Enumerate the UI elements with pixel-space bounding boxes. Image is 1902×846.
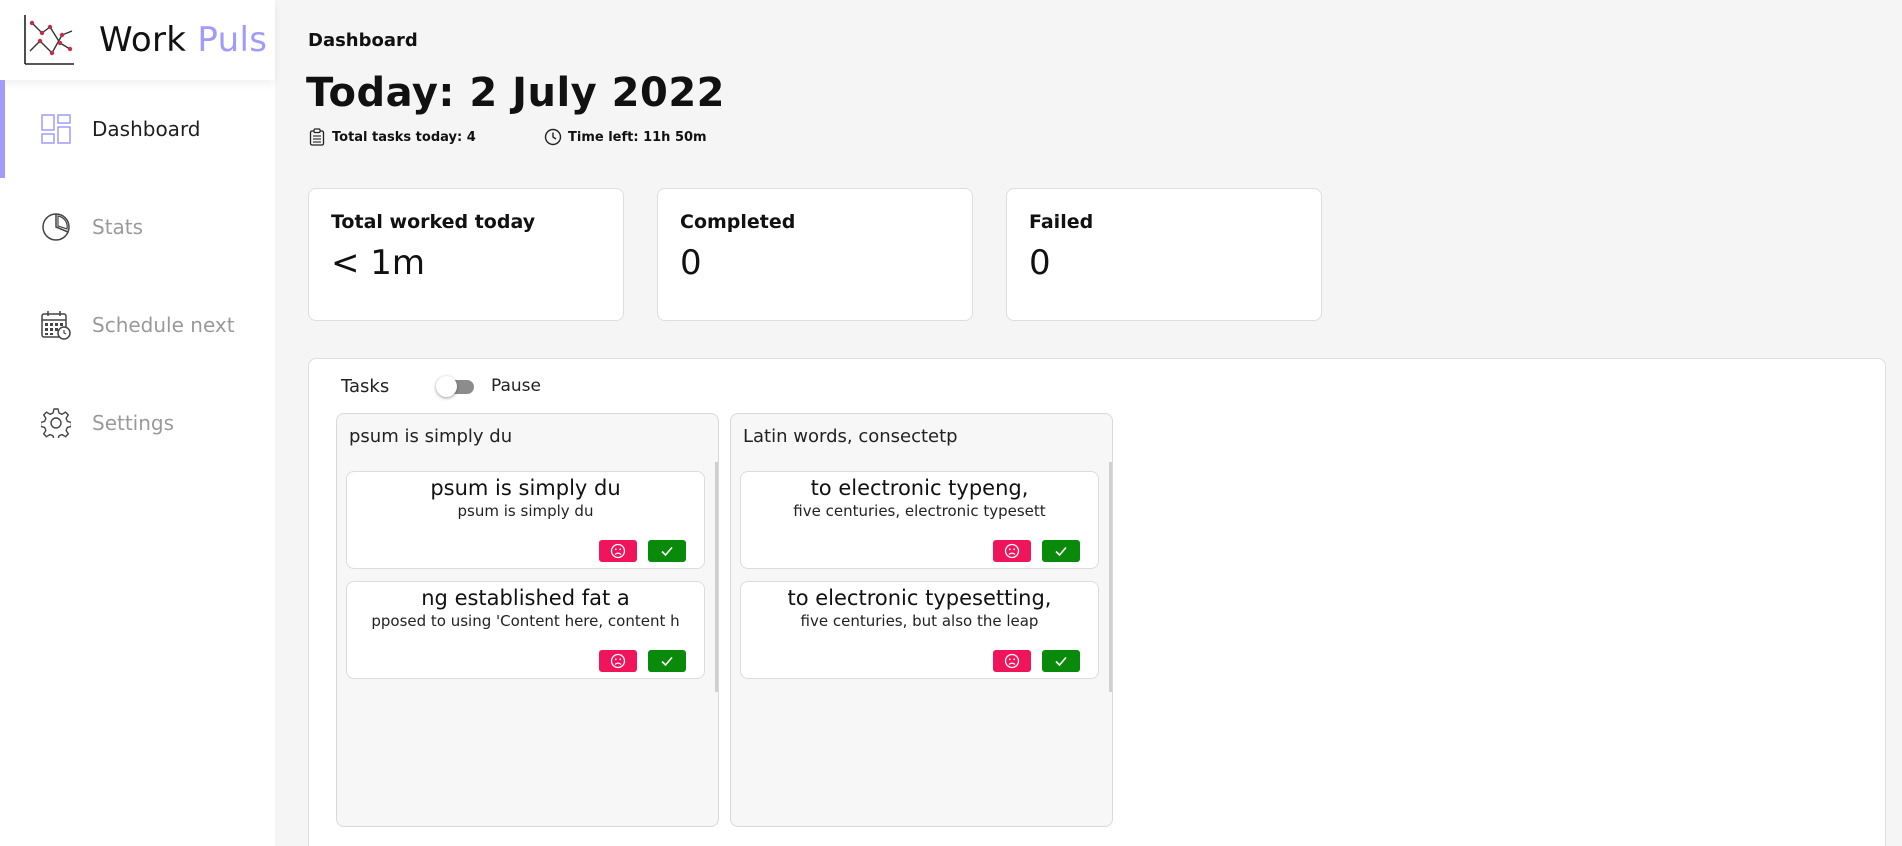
sidebar-item-dashboard[interactable]: Dashboard — [0, 80, 275, 178]
mark-failed-button[interactable] — [599, 650, 637, 672]
task-card[interactable]: to electronic typesetting, five centurie… — [740, 581, 1099, 679]
app-name: Work Puls — [99, 20, 267, 60]
time-left-text: Time left: 11h 50m — [568, 129, 707, 145]
task-column: Latin words, consectetp to electronic ty… — [730, 413, 1113, 827]
page-title: Today: 2 July 2022 — [306, 70, 725, 116]
checkmark-icon — [1055, 546, 1067, 557]
checkmark-icon — [1055, 656, 1067, 667]
mark-failed-button[interactable] — [993, 540, 1031, 562]
task-title: to electronic typeng, — [810, 476, 1029, 500]
sidebar-item-settings[interactable]: Settings — [0, 374, 275, 472]
stat-card-completed: Completed 0 — [657, 188, 973, 321]
calendar-clock-icon — [40, 309, 72, 341]
task-card[interactable]: to electronic typeng, five centuries, el… — [740, 471, 1099, 569]
task-title: psum is simply du — [430, 476, 621, 500]
breadcrumb: Dashboard — [308, 30, 418, 51]
app-name-main: Work — [99, 20, 187, 60]
stat-card-title: Failed — [1029, 211, 1094, 233]
stat-card-value: < 1m — [331, 243, 426, 283]
task-title: to electronic typesetting, — [787, 586, 1052, 610]
pause-label: Pause — [491, 376, 541, 396]
stat-card-failed: Failed 0 — [1006, 188, 1322, 321]
app-logo[interactable]: Work Puls — [0, 0, 275, 80]
sad-face-icon — [1004, 543, 1020, 559]
total-tasks-text: Total tasks today: 4 — [332, 129, 476, 145]
task-subtitle: five centuries, but also the leap — [800, 612, 1039, 630]
sidebar-item-label: Stats — [92, 215, 144, 239]
task-card[interactable]: psum is simply du psum is simply du — [346, 471, 705, 569]
sad-face-icon — [610, 543, 626, 559]
sidebar: Work Puls Dashboard Stats Schedule next … — [0, 0, 275, 846]
stat-card-title: Completed — [680, 211, 796, 233]
total-tasks-info: Total tasks today: 4 — [308, 128, 476, 146]
mark-done-button[interactable] — [1042, 540, 1080, 562]
pie-chart-icon — [40, 211, 72, 243]
pause-toggle-knob — [436, 376, 457, 397]
task-column: psum is simply du psum is simply du psum… — [336, 413, 719, 827]
sad-face-icon — [1004, 653, 1020, 669]
task-card[interactable]: ng established fat a pposed to using 'Co… — [346, 581, 705, 679]
sidebar-item-label: Settings — [92, 411, 175, 435]
mark-done-button[interactable] — [648, 540, 686, 562]
mark-failed-button[interactable] — [599, 540, 637, 562]
dashboard-grid-icon — [40, 113, 72, 145]
task-subtitle: pposed to using 'Content here, content h — [371, 612, 680, 630]
sidebar-item-schedule-next[interactable]: Schedule next — [0, 276, 275, 374]
stat-card-total-worked: Total worked today < 1m — [308, 188, 624, 321]
mark-failed-button[interactable] — [993, 650, 1031, 672]
sidebar-item-stats[interactable]: Stats — [0, 178, 275, 276]
task-subtitle: psum is simply du — [457, 502, 594, 520]
sidebar-item-label: Schedule next — [92, 313, 235, 337]
clock-icon — [544, 128, 562, 146]
task-column-title: psum is simply du — [349, 426, 513, 447]
clipboard-icon — [309, 128, 325, 146]
column-scrollbar[interactable] — [715, 462, 718, 692]
sad-face-icon — [610, 653, 626, 669]
app-name-accent: Puls — [197, 20, 268, 60]
task-title: ng established fat a — [421, 586, 630, 610]
column-scrollbar[interactable] — [1109, 462, 1112, 692]
time-left-info: Time left: 11h 50m — [544, 128, 707, 146]
task-column-title: Latin words, consectetp — [743, 426, 958, 447]
task-subtitle: five centuries, electronic typesett — [793, 502, 1046, 520]
tasks-heading: Tasks — [341, 376, 390, 397]
stat-card-value: 0 — [680, 243, 702, 283]
line-chart-logo-icon — [24, 15, 74, 65]
tasks-panel: Tasks Pause psum is simply du psum is si… — [308, 358, 1886, 846]
gear-icon — [40, 407, 72, 439]
sidebar-item-label: Dashboard — [92, 117, 201, 141]
stat-card-title: Total worked today — [331, 211, 536, 233]
mark-done-button[interactable] — [648, 650, 686, 672]
stat-card-value: 0 — [1029, 243, 1051, 283]
pause-toggle[interactable] — [436, 376, 476, 397]
mark-done-button[interactable] — [1042, 650, 1080, 672]
checkmark-icon — [661, 546, 673, 557]
checkmark-icon — [661, 656, 673, 667]
